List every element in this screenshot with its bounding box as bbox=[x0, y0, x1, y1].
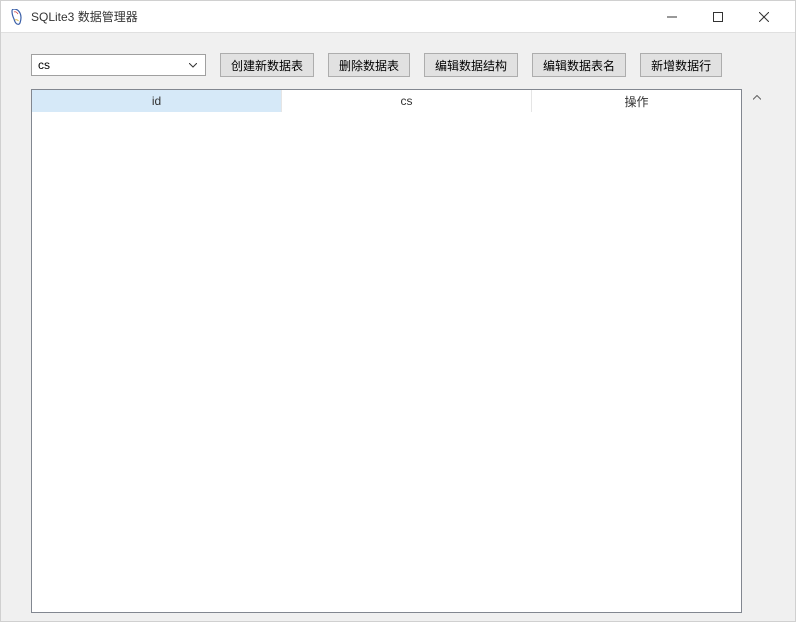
maximize-button[interactable] bbox=[695, 2, 741, 32]
data-table: id cs 操作 bbox=[31, 89, 742, 613]
create-table-button[interactable]: 创建新数据表 bbox=[220, 53, 314, 77]
close-button[interactable] bbox=[741, 2, 787, 32]
app-window: SQLite3 数据管理器 cs 创建新数据表 删除数据表 编辑数据结构 编辑数… bbox=[0, 0, 796, 622]
column-header-operation[interactable]: 操作 bbox=[532, 90, 741, 112]
delete-table-button[interactable]: 删除数据表 bbox=[328, 53, 410, 77]
table-header-row: id cs 操作 bbox=[32, 90, 741, 112]
edit-structure-button[interactable]: 编辑数据结构 bbox=[424, 53, 518, 77]
minimize-button[interactable] bbox=[649, 2, 695, 32]
vertical-scrollbar[interactable] bbox=[748, 89, 765, 613]
column-header-label: id bbox=[152, 94, 161, 108]
add-row-button[interactable]: 新增数据行 bbox=[640, 53, 722, 77]
toolbar: cs 创建新数据表 删除数据表 编辑数据结构 编辑数据表名 新增数据行 bbox=[1, 33, 795, 89]
app-icon bbox=[9, 9, 25, 25]
column-header-id[interactable]: id bbox=[32, 90, 282, 112]
window-title: SQLite3 数据管理器 bbox=[31, 8, 649, 25]
content-area: id cs 操作 bbox=[1, 89, 795, 621]
chevron-down-icon bbox=[185, 63, 201, 68]
column-header-label: cs bbox=[401, 94, 413, 108]
titlebar: SQLite3 数据管理器 bbox=[1, 1, 795, 33]
column-header-cs[interactable]: cs bbox=[282, 90, 532, 112]
scroll-up-icon bbox=[748, 89, 765, 106]
edit-table-name-button[interactable]: 编辑数据表名 bbox=[532, 53, 626, 77]
window-controls bbox=[649, 2, 787, 32]
column-header-label: 操作 bbox=[624, 93, 648, 110]
table-select-dropdown[interactable]: cs bbox=[31, 54, 206, 76]
dropdown-selected-value: cs bbox=[38, 58, 185, 72]
